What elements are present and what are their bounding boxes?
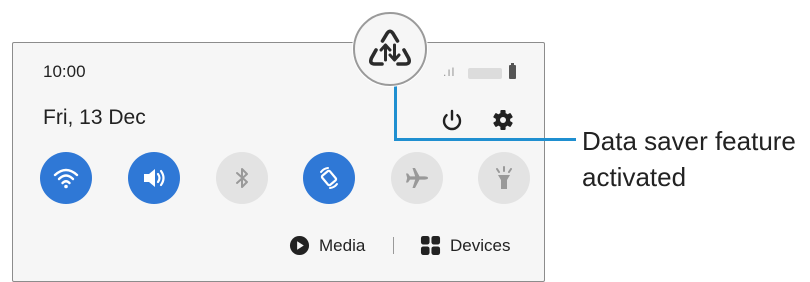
flashlight-icon [496,166,512,189]
callout-line [394,138,576,141]
data-saver-icon [368,29,412,66]
bottom-controls: Media Devices [13,235,544,259]
callout-caption: Data saver feature activated [582,123,810,195]
bluetooth-toggle[interactable] [216,152,268,204]
bluetooth-icon [236,168,248,188]
wifi-icon [53,168,79,189]
airplane-icon [406,168,428,188]
wifi-toggle[interactable] [40,152,92,204]
quick-panel: 10:00 .ıl Fri, 13 Dec Media Devices [12,42,545,282]
media-label: Media [319,235,366,255]
battery-icon [509,63,516,79]
volume-icon [144,169,165,187]
devices-icon [420,235,441,256]
devices-label: Devices [450,235,511,255]
carrier-label [468,68,502,79]
callout-line [394,86,397,141]
play-icon [289,235,310,256]
panel-date: Fri, 13 Dec [43,106,146,129]
sound-toggle[interactable] [128,152,180,204]
power-icon[interactable] [439,107,465,133]
data-saver-callout [353,12,427,86]
callout-line2: activated [582,162,687,192]
settings-gear-icon[interactable] [490,107,516,133]
callout-line1: Data saver feature [582,126,796,156]
flashlight-toggle[interactable] [478,152,530,204]
auto-rotate-icon [320,167,338,189]
devices-button[interactable]: Devices [420,235,510,256]
signal-strength-icon: .ıl [443,65,456,79]
airplane-mode-toggle[interactable] [391,152,443,204]
auto-rotate-toggle[interactable] [303,152,355,204]
media-button[interactable]: Media [289,235,365,256]
divider [393,237,394,254]
status-time: 10:00 [43,62,86,81]
